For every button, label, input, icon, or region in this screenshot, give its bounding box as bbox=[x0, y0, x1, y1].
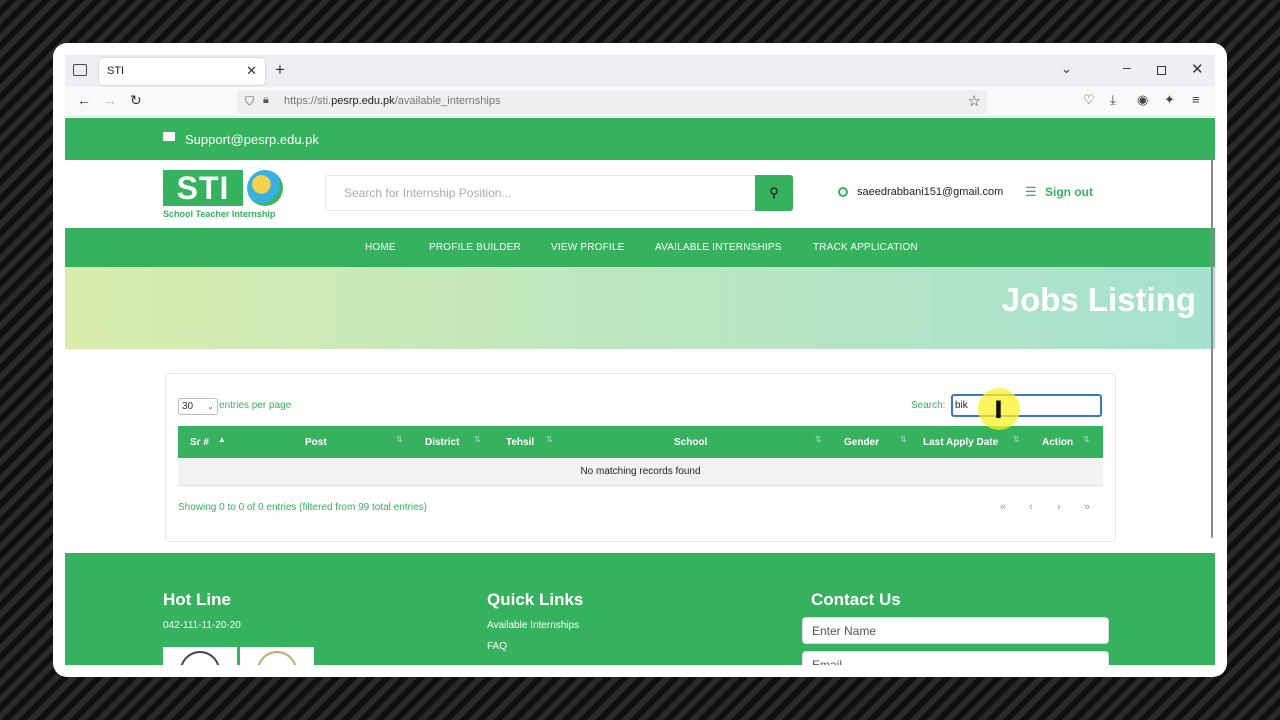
site-search: ⚲ bbox=[325, 175, 793, 211]
shield-icon[interactable]: ⛉ bbox=[245, 94, 254, 109]
page-prev-button[interactable]: ‹ bbox=[1029, 501, 1033, 513]
nav-available-internships[interactable]: AVAILABLE INTERNSHIPS bbox=[655, 242, 782, 253]
hotline-number: 042-111-11-20-20 bbox=[163, 620, 241, 631]
sort-asc-icon: ▲ bbox=[218, 435, 226, 444]
page-scrollbar[interactable] bbox=[1211, 158, 1213, 538]
pocket-icon[interactable]: ♡ bbox=[1083, 92, 1095, 108]
search-button[interactable]: ⚲ bbox=[755, 175, 793, 211]
link-faq[interactable]: FAQ bbox=[487, 641, 507, 652]
table-info: Showing 0 to 0 of 0 entries (filtered fr… bbox=[178, 502, 428, 513]
web-page: Support@pesrp.edu.pk STI School Teacher … bbox=[65, 118, 1215, 665]
url-prefix: https://sti. bbox=[284, 95, 332, 107]
back-arrow-icon[interactable]: ← bbox=[77, 92, 91, 108]
browser-window: STI ✕ + ⌄ – ✕ ← → ↻ ⛉ 🔒︎ https://sti.pes… bbox=[65, 55, 1215, 665]
chevron-down-icon[interactable]: ⌄ bbox=[1061, 61, 1072, 77]
browser-tab[interactable]: STI ✕ bbox=[99, 58, 265, 85]
forward-arrow-icon[interactable]: → bbox=[103, 92, 117, 108]
sort-icon: ⇅ bbox=[474, 435, 481, 444]
hotline-title: Hot Line bbox=[163, 590, 231, 609]
sort-icon: ⇅ bbox=[546, 435, 553, 444]
tab-list-icon[interactable] bbox=[73, 64, 87, 76]
quicklinks-title: Quick Links bbox=[487, 590, 584, 609]
sort-icon: ⇅ bbox=[1083, 435, 1090, 444]
user-icon bbox=[838, 187, 848, 197]
col-gender[interactable]: Gender bbox=[844, 437, 879, 448]
empty-message: No matching records found bbox=[580, 466, 701, 477]
page-first-button[interactable]: « bbox=[1000, 501, 1006, 513]
nav-profile-builder[interactable]: PROFILE BUILDER bbox=[429, 242, 521, 253]
reload-icon[interactable]: ↻ bbox=[130, 92, 142, 109]
partner-logo bbox=[240, 647, 314, 665]
sort-icon: ⇅ bbox=[1013, 435, 1020, 444]
support-bar: Support@pesrp.edu.pk bbox=[65, 118, 1215, 160]
star-icon[interactable]: ☆ bbox=[968, 92, 981, 110]
col-sr[interactable]: Sr # bbox=[190, 437, 209, 448]
col-post[interactable]: Post bbox=[305, 437, 327, 448]
lock-icon[interactable]: 🔒︎ bbox=[263, 94, 269, 107]
col-district[interactable]: District bbox=[425, 437, 459, 448]
sign-out-link[interactable]: Sign out bbox=[1045, 185, 1093, 199]
link-available-internships[interactable]: Available Internships bbox=[487, 620, 579, 631]
partner-logo bbox=[163, 647, 237, 665]
url-text[interactable]: https://sti.pesrp.edu.pk/available_inter… bbox=[284, 95, 500, 107]
sort-icon: ⇅ bbox=[900, 435, 907, 444]
text-cursor-icon: I bbox=[994, 396, 1003, 424]
browser-toolbar: ← → ↻ ⛉ 🔒︎ https://sti.pesrp.edu.pk/avai… bbox=[65, 87, 1215, 117]
minimize-icon[interactable]: – bbox=[1123, 59, 1131, 75]
logo[interactable]: STI bbox=[163, 170, 243, 206]
logo-emblem-icon bbox=[247, 170, 283, 206]
url-domain: pesrp.edu.pk bbox=[331, 95, 395, 107]
col-last-apply-date[interactable]: Last Apply Date bbox=[923, 437, 998, 448]
entries-value: 30 bbox=[182, 401, 194, 412]
page-last-button[interactable]: » bbox=[1084, 501, 1090, 513]
list-icon: ☰ bbox=[1025, 184, 1037, 199]
envelope-icon bbox=[163, 132, 175, 141]
download-icon[interactable]: ⤓ bbox=[1110, 92, 1116, 108]
page-next-button[interactable]: › bbox=[1057, 501, 1061, 513]
table-row: No matching records found bbox=[178, 458, 1103, 486]
table-search-input[interactable] bbox=[951, 394, 1102, 417]
col-tehsil[interactable]: Tehsil bbox=[506, 437, 534, 448]
site-header: STI School Teacher Internship ⚲ saeedrab… bbox=[65, 160, 1215, 228]
entries-per-page-select[interactable]: 30 ⌄ bbox=[178, 398, 218, 415]
jobs-table-card: 30 ⌄ entries per page Search: Sr # ▲ Post… bbox=[165, 373, 1116, 542]
nav-view-profile[interactable]: VIEW PROFILE bbox=[551, 242, 625, 253]
plus-icon[interactable]: + bbox=[275, 60, 285, 80]
contact-title: Contact Us bbox=[811, 590, 901, 609]
restore-icon[interactable] bbox=[1157, 66, 1166, 75]
site-footer: Hot Line 042-111-11-20-20 Quick Links Av… bbox=[65, 553, 1215, 665]
contact-email-input[interactable] bbox=[802, 651, 1109, 665]
contact-name-input[interactable] bbox=[802, 617, 1109, 644]
sort-icon: ⇅ bbox=[815, 435, 822, 444]
address-bar[interactable]: ⛉ 🔒︎ https://sti.pesrp.edu.pk/available_… bbox=[237, 90, 987, 114]
table-header: Sr # ▲ Post ⇅ District ⇅ Tehsil ⇅ School… bbox=[178, 426, 1103, 458]
seal-icon bbox=[180, 651, 220, 665]
page-title: Jobs Listing bbox=[1001, 281, 1196, 318]
sort-icon: ⇅ bbox=[396, 435, 403, 444]
logo-subtitle: School Teacher Internship bbox=[163, 209, 276, 219]
entries-label: entries per page bbox=[219, 400, 292, 411]
main-nav: HOME PROFILE BUILDER VIEW PROFILE AVAILA… bbox=[65, 228, 1215, 267]
nav-track-application[interactable]: TRACK APPLICATION bbox=[813, 242, 918, 253]
window-close-icon[interactable]: ✕ bbox=[1191, 60, 1204, 78]
account-icon[interactable]: ◉ bbox=[1137, 92, 1148, 108]
chevron-down-icon: ⌄ bbox=[207, 402, 214, 411]
seal-icon bbox=[257, 651, 297, 665]
url-path: /available_internships bbox=[394, 95, 501, 107]
tab-title: STI bbox=[107, 65, 125, 77]
menu-icon[interactable]: ≡ bbox=[1192, 92, 1200, 107]
extensions-icon[interactable]: ✦ bbox=[1164, 92, 1175, 108]
user-email[interactable]: saeedrabbani151@gmail.com bbox=[857, 186, 1003, 198]
col-school[interactable]: School bbox=[674, 437, 707, 448]
screen-frame: STI ✕ + ⌄ – ✕ ← → ↻ ⛉ 🔒︎ https://sti.pes… bbox=[53, 43, 1227, 677]
internship-search-input[interactable] bbox=[326, 176, 756, 210]
nav-home[interactable]: HOME bbox=[365, 242, 396, 253]
table-search-label: Search: bbox=[911, 400, 946, 411]
tab-strip: STI ✕ + ⌄ – ✕ bbox=[65, 55, 1215, 87]
page-banner: Jobs Listing bbox=[65, 267, 1215, 349]
close-icon[interactable]: ✕ bbox=[246, 63, 257, 79]
support-email[interactable]: Support@pesrp.edu.pk bbox=[185, 132, 319, 147]
search-icon: ⚲ bbox=[769, 185, 779, 200]
col-action[interactable]: Action bbox=[1042, 437, 1073, 448]
